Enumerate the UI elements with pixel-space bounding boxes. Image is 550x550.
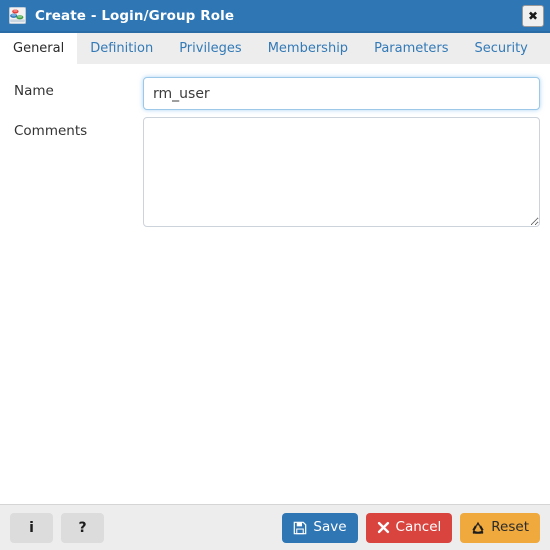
tab-sql[interactable]: SQL <box>541 33 550 64</box>
reset-button[interactable]: Reset <box>460 512 540 543</box>
tab-parameters[interactable]: Parameters <box>361 33 461 64</box>
dialog-titlebar: Create - Login/Group Role ✖ <box>0 0 550 33</box>
tab-privileges[interactable]: Privileges <box>166 33 255 64</box>
dialog-title: Create - Login/Group Role <box>35 7 235 24</box>
recycle-icon <box>472 521 484 534</box>
comments-textarea[interactable] <box>143 117 540 227</box>
cancel-button[interactable]: Cancel <box>365 512 453 543</box>
close-icon[interactable]: ✖ <box>522 4 544 27</box>
footer-right-group: Save Cancel Reset <box>282 512 540 543</box>
comments-label: Comments <box>14 123 88 139</box>
comments-field-row: Comments <box>10 117 540 227</box>
login-group-role-icon <box>9 7 26 24</box>
create-login-group-role-dialog: Create - Login/Group Role ✖ General Defi… <box>0 0 550 550</box>
tab-membership[interactable]: Membership <box>255 33 361 64</box>
save-button-label: Save <box>313 518 347 535</box>
close-x-icon <box>377 521 389 534</box>
save-floppy-icon <box>294 521 307 534</box>
name-label: Name <box>14 83 54 99</box>
footer-left-group: i ? <box>10 512 104 543</box>
tab-general[interactable]: General <box>0 33 78 64</box>
tab-security[interactable]: Security <box>461 33 540 64</box>
info-button[interactable]: i <box>10 512 53 543</box>
tab-definition[interactable]: Definition <box>77 33 166 64</box>
name-field-row: Name <box>10 77 540 110</box>
help-button[interactable]: ? <box>61 512 104 543</box>
reset-button-label: Reset <box>491 518 529 535</box>
dialog-footer: i ? Save Cancel Reset <box>0 504 550 550</box>
cancel-button-label: Cancel <box>395 518 442 535</box>
save-button[interactable]: Save <box>282 512 358 543</box>
general-tab-panel: Name Comments <box>0 64 550 504</box>
tab-bar: General Definition Privileges Membership… <box>0 33 550 64</box>
name-input[interactable] <box>143 77 540 110</box>
